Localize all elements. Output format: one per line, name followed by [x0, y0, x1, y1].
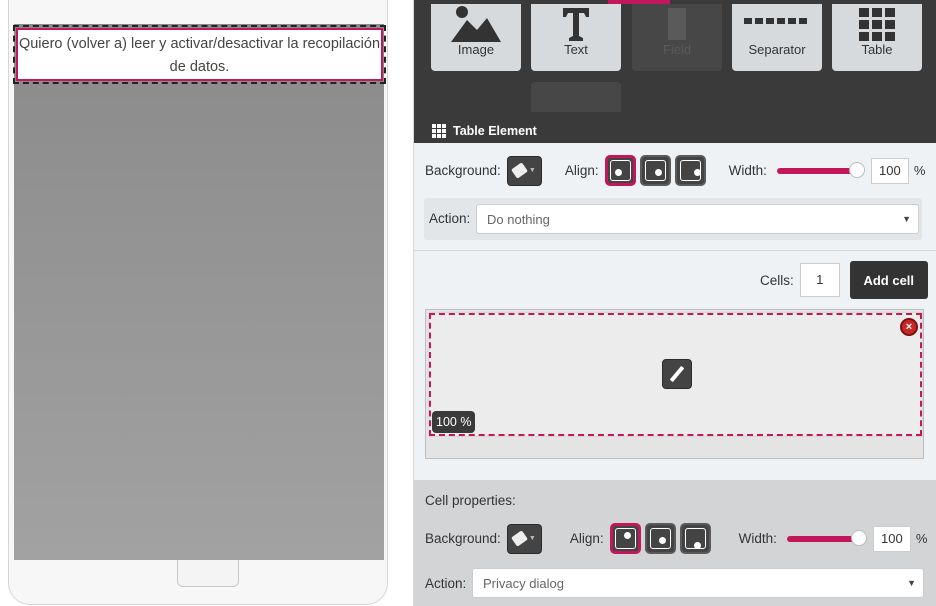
width-input[interactable]: 100: [870, 157, 909, 184]
action-select-value: Do nothing: [487, 211, 550, 227]
cell-background-picker-button[interactable]: ▼: [506, 523, 542, 554]
tool-table-label: Table: [861, 42, 893, 57]
preview-text-element[interactable]: Quiero (volver a) leer y activar/desacti…: [13, 25, 386, 84]
width-slider-handle[interactable]: [848, 161, 865, 178]
caret-down-icon: ▼: [528, 167, 536, 174]
table-icon: [832, 4, 922, 42]
cell-width-slider[interactable]: [786, 529, 867, 546]
cell-align-middle-button[interactable]: [644, 523, 676, 554]
cell-properties-panel: Cell properties: Background: ▼ Align: Wi…: [414, 480, 936, 606]
table-icon: [432, 124, 446, 138]
image-icon: [431, 4, 521, 42]
table-props-row: Background: ▼ Align: Width: 100 %: [425, 155, 925, 186]
tool-partial-hidden: [531, 82, 621, 112]
background-label: Background:: [425, 163, 501, 178]
caret-down-icon: ▼: [902, 214, 911, 224]
cell-width-label: Width:: [738, 531, 777, 546]
edit-cell-button[interactable]: [662, 359, 692, 389]
cell-width-badge: 100 %: [432, 411, 476, 433]
phone-screen: [14, 24, 384, 560]
width-label: Width:: [728, 163, 767, 178]
paint-bucket-icon: [510, 530, 528, 547]
cell-width-input[interactable]: 100: [872, 525, 911, 552]
cell-align-bottom-button[interactable]: [679, 523, 711, 554]
align-left-icon: [614, 169, 622, 176]
tool-separator-label: Separator: [748, 42, 806, 57]
tool-separator[interactable]: Separator: [732, 4, 822, 71]
background-picker-button[interactable]: ▼: [506, 155, 542, 186]
align-center-button[interactable]: [639, 155, 671, 186]
align-top-icon: [623, 532, 631, 539]
cell-background-label: Background:: [425, 531, 501, 546]
add-cell-button[interactable]: Add cell: [849, 261, 928, 299]
cell-action-select-value: Privacy dialog: [483, 575, 564, 591]
app-root: Quiero (volver a) leer y activar/desacti…: [0, 0, 936, 606]
align-center-icon: [654, 169, 662, 176]
cells-row: Cells: 1 Add cell: [760, 261, 928, 299]
table-cell[interactable]: × 100 %: [428, 312, 923, 437]
section-title-label: Table Element: [453, 124, 537, 138]
tool-table[interactable]: Table: [832, 4, 922, 71]
action-row: Action: Do nothing ▼: [424, 198, 922, 240]
tool-field-label: Field: [662, 42, 692, 57]
cells-label: Cells:: [760, 272, 794, 288]
action-select[interactable]: Do nothing ▼: [476, 204, 919, 234]
cell-align-label: Align:: [569, 531, 604, 546]
tool-text[interactable]: Text: [531, 4, 621, 71]
field-icon: [632, 4, 722, 42]
cell-width-unit: %: [915, 531, 928, 546]
element-toolbar: Image Text Field Separator Table Table E…: [414, 0, 936, 143]
close-icon[interactable]: ×: [900, 318, 918, 336]
tool-image-label: Image: [457, 42, 495, 57]
table-canvas: × 100 %: [425, 309, 924, 459]
separator-icon: [732, 4, 822, 42]
align-label: Align:: [564, 163, 599, 178]
align-middle-icon: [658, 537, 666, 544]
cell-align-top-button[interactable]: [609, 523, 641, 554]
tool-field: Field: [632, 4, 722, 71]
section-title: Table Element: [432, 124, 537, 138]
cell-action-select[interactable]: Privacy dialog ▼: [472, 568, 924, 598]
action-label: Action:: [429, 211, 471, 226]
text-icon: [531, 4, 621, 42]
align-right-button[interactable]: [674, 155, 706, 186]
tool-image[interactable]: Image: [431, 4, 521, 71]
align-bottom-icon: [693, 542, 701, 549]
width-unit: %: [913, 163, 926, 178]
caret-down-icon: ▼: [528, 535, 536, 542]
caret-down-icon: ▼: [907, 578, 916, 588]
pencil-icon: [669, 365, 685, 383]
cell-width-slider-handle[interactable]: [850, 529, 867, 546]
cell-properties-title: Cell properties:: [425, 493, 516, 508]
paint-bucket-icon: [510, 162, 528, 179]
width-slider[interactable]: [776, 161, 865, 178]
editor-panel: Image Text Field Separator Table Table E…: [413, 0, 936, 606]
cell-props-row: Background: ▼ Align: Width: 100 %: [425, 523, 927, 554]
align-left-button[interactable]: [604, 155, 636, 186]
cells-count-input[interactable]: 1: [799, 263, 840, 297]
cell-action-label: Action:: [425, 576, 467, 591]
tool-text-label: Text: [564, 42, 588, 57]
divider: [414, 250, 936, 251]
align-right-icon: [693, 169, 701, 176]
